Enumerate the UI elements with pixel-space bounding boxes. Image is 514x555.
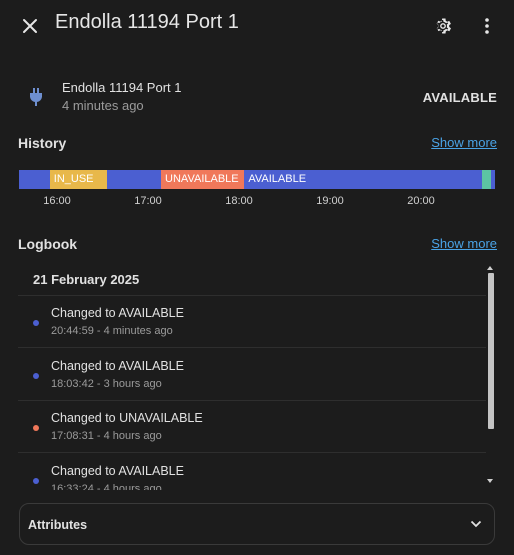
- chevron-down-icon: [470, 520, 482, 528]
- attributes-expander[interactable]: Attributes: [19, 503, 495, 545]
- logbook-entry-time: 16:33:24 - 4 hours ago: [51, 482, 162, 491]
- more-options-button[interactable]: [475, 14, 499, 38]
- settings-button[interactable]: [431, 14, 455, 38]
- entity-state: AVAILABLE: [422, 90, 497, 105]
- logbook-entry-title: Changed to AVAILABLE: [51, 463, 184, 478]
- history-segment[interactable]: [106, 170, 162, 189]
- logbook-entry-title: Changed to UNAVAILABLE: [51, 411, 203, 425]
- history-tick-label: 17:00: [134, 195, 162, 207]
- close-icon: [23, 19, 37, 33]
- attributes-label: Attributes: [28, 518, 88, 532]
- dots-vertical-icon: [485, 18, 489, 34]
- logbook-date-header: 21 February 2025: [33, 272, 140, 287]
- history-show-more-link[interactable]: Show more: [431, 135, 497, 150]
- logbook-entry-time: 20:44:59 - 4 minutes ago: [51, 325, 173, 337]
- history-tick-label: 18:00: [225, 195, 253, 207]
- scroll-down-arrow-icon[interactable]: [487, 479, 493, 483]
- logbook-scrollbar-thumb[interactable]: [488, 273, 494, 429]
- history-segment[interactable]: UNAVAILABLE: [161, 170, 245, 189]
- divider: [18, 347, 486, 348]
- logbook-entry[interactable]: Changed to AVAILABLE 18:03:42 - 3 hours a…: [0, 358, 514, 410]
- history-segment[interactable]: AVAILABLE: [244, 170, 482, 189]
- logbook-entry-title: Changed to AVAILABLE: [51, 358, 184, 373]
- logbook-entry[interactable]: Changed to AVAILABLE 20:44:59 - 4 minutes…: [0, 305, 514, 357]
- entity-name: Endolla 11194 Port 1: [62, 80, 182, 95]
- logbook-entry[interactable]: Changed to AVAILABLE 16:33:24 - 4 hours a…: [0, 463, 514, 491]
- state-dot-icon: [33, 477, 39, 484]
- history-segment[interactable]: IN_USE: [49, 170, 107, 189]
- history-segment[interactable]: [481, 170, 491, 189]
- state-dot-icon: [33, 372, 39, 379]
- entity-last-changed: 4 minutes ago: [62, 98, 144, 113]
- state-dot-icon: [33, 425, 39, 431]
- history-heading: History: [18, 135, 67, 151]
- logbook-heading: Logbook: [18, 236, 78, 252]
- scroll-up-arrow-icon[interactable]: [487, 266, 493, 270]
- logbook-list[interactable]: 21 February 2025 Changed to AVAILABLE 20:…: [0, 255, 514, 490]
- history-tick-label: 16:00: [43, 195, 71, 207]
- logbook-entry-title: Changed to AVAILABLE: [51, 306, 184, 320]
- divider: [18, 399, 486, 401]
- history-tick-label: 19:00: [316, 195, 344, 207]
- logbook-entry-time: 18:03:42 - 3 hours ago: [51, 377, 162, 390]
- logbook-entry-time: 17:08:31 - 4 hours ago: [51, 430, 162, 442]
- state-dot-icon: [33, 320, 39, 326]
- history-timeline-bar[interactable]: IN_USE UNAVAILABLE AVAILABLE: [19, 170, 495, 189]
- divider: [18, 452, 486, 453]
- history-tick-label: 20:00: [407, 195, 435, 207]
- logbook-show-more-link[interactable]: Show more: [431, 236, 497, 251]
- dialog-title: Endolla 11194 Port 1: [55, 11, 239, 33]
- ev-plug-icon: [30, 88, 42, 106]
- history-segment[interactable]: [490, 170, 495, 189]
- close-button[interactable]: [18, 14, 42, 38]
- divider: [18, 295, 486, 296]
- logbook-entry[interactable]: Changed to UNAVAILABLE 17:08:31 - 4 hours…: [0, 410, 514, 462]
- history-segment[interactable]: [19, 170, 50, 189]
- gear-icon: [436, 18, 451, 34]
